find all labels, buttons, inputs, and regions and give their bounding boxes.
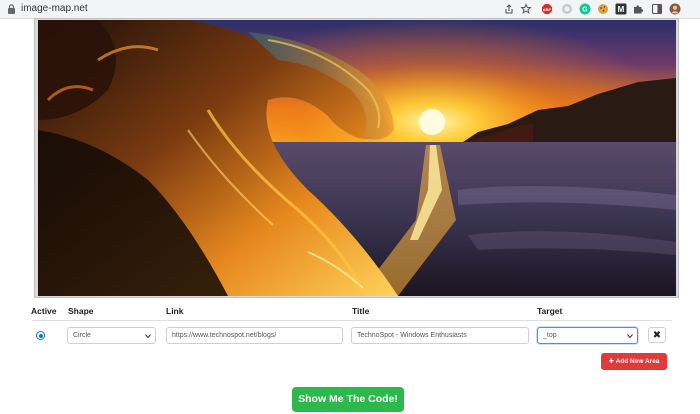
share-icon[interactable] [503,3,515,15]
svg-text:G: G [582,6,588,13]
title-input[interactable]: TechnoSpot - Windows Enthusiasts [351,327,529,344]
adblock-icon[interactable]: ABP [541,3,553,15]
target-select-value: _top [543,332,557,339]
chevron-down-icon [145,334,151,339]
wave-sunset-image [38,20,676,296]
puzzle-icon[interactable] [632,3,644,15]
header-link: Link [166,306,184,316]
shape-select[interactable]: Circle [67,327,156,344]
link-input-value: https://www.technospot.net/blogs/ [172,332,277,339]
grey-extension-icon[interactable] [561,3,573,15]
show-code-button[interactable]: Show Me The Code! [292,387,404,412]
link-input[interactable]: https://www.technospot.net/blogs/ [166,327,343,344]
header-target: Target [537,306,563,316]
header-divider [32,320,672,321]
close-icon: ✖ [652,330,662,341]
header-title: Title [352,306,370,316]
show-code-label: Show Me The Code! [298,393,398,405]
add-new-area-button[interactable]: ✚ Add New Area [601,353,667,370]
image-map-canvas[interactable] [34,18,679,298]
url-text: image-map.net [21,3,88,14]
profile-avatar-icon[interactable] [669,3,681,15]
target-select[interactable]: _top [537,327,638,344]
shape-select-value: Circle [73,332,91,339]
lock-icon [8,4,15,14]
svg-text:M: M [618,5,625,14]
svg-text:ABP: ABP [543,7,552,12]
grammarly-icon[interactable]: G [579,3,591,15]
browser-address-bar[interactable]: image-map.net ABP G M [0,0,700,19]
plus-icon: ✚ [608,358,616,365]
star-icon[interactable] [520,3,532,15]
m-extension-icon[interactable]: M [615,3,627,15]
cookie-icon[interactable] [597,3,609,15]
side-panel-icon[interactable] [651,3,663,15]
add-new-area-label: Add New Area [615,358,660,365]
header-active: Active [31,306,57,316]
header-shape: Shape [68,306,94,316]
delete-area-button[interactable]: ✖ [648,327,666,343]
active-radio[interactable] [36,331,45,340]
title-input-value: TechnoSpot - Windows Enthusiasts [357,332,467,339]
chevron-down-icon [627,334,633,339]
